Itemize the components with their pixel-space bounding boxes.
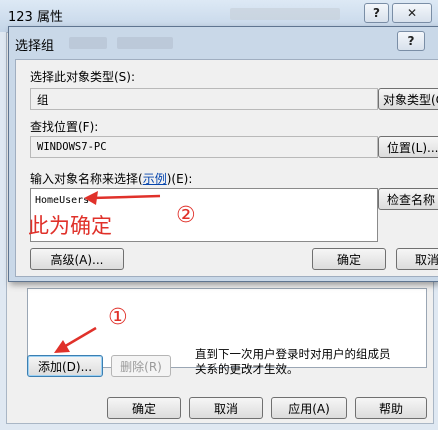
location-label: 查找位置(F):	[30, 120, 99, 134]
close-button[interactable]: ✕	[392, 3, 432, 23]
select-group-dialog: 选择组 ? 选择此对象类型(S): 组 对象类型(O) 查找位置(F): WIN…	[8, 26, 438, 282]
blurred-region	[230, 8, 340, 20]
dialog-ok-button[interactable]: 确定	[312, 248, 386, 270]
object-names-label-suffix: )(E):	[166, 172, 193, 186]
location-field: WINDOWS7-PC	[30, 136, 378, 158]
object-types-button[interactable]: 对象类型(O)	[378, 88, 438, 110]
dialog-cancel-button[interactable]: 取消	[396, 248, 438, 270]
annotation-circle-1: ①	[108, 305, 128, 330]
object-names-label-prefix: 输入对象名称来选择(	[30, 172, 143, 186]
remove-button[interactable]: 删除(R)	[111, 355, 171, 377]
object-type-label: 选择此对象类型(S):	[30, 70, 136, 84]
ok-button[interactable]: 确定	[107, 397, 181, 419]
membership-note: 直到下一次用户登录时对用户的组成员关系的更改才生效。	[195, 347, 391, 376]
apply-button[interactable]: 应用(A)	[271, 397, 347, 419]
object-names-value: HomeUsers	[35, 195, 90, 206]
properties-window-title: 123 属性	[8, 10, 63, 25]
object-type-field: 组	[30, 88, 378, 110]
examples-link[interactable]: 示例	[143, 172, 167, 186]
dialog-title: 选择组	[15, 39, 55, 54]
close-icon: ✕	[406, 6, 418, 20]
blurred-region	[117, 37, 173, 49]
annotation-note: 此为确定	[28, 214, 112, 238]
check-names-button[interactable]: 检查名称	[378, 188, 438, 210]
dialog-help-button[interactable]: ?	[397, 31, 425, 51]
locations-button[interactable]: 位置(L)...	[378, 136, 438, 158]
blurred-region	[69, 37, 107, 49]
add-button[interactable]: 添加(D)...	[27, 355, 103, 377]
cancel-button[interactable]: 取消	[189, 397, 263, 419]
object-names-label: 输入对象名称来选择(示例)(E):	[30, 170, 192, 187]
annotation-circle-2: ②	[176, 203, 196, 228]
advanced-button[interactable]: 高级(A)...	[30, 248, 124, 270]
dialog-body: 选择此对象类型(S): 组 对象类型(O) 查找位置(F): WINDOWS7-…	[15, 59, 438, 277]
help-footer-button[interactable]: 帮助	[355, 397, 427, 419]
help-button[interactable]: ?	[364, 3, 389, 23]
